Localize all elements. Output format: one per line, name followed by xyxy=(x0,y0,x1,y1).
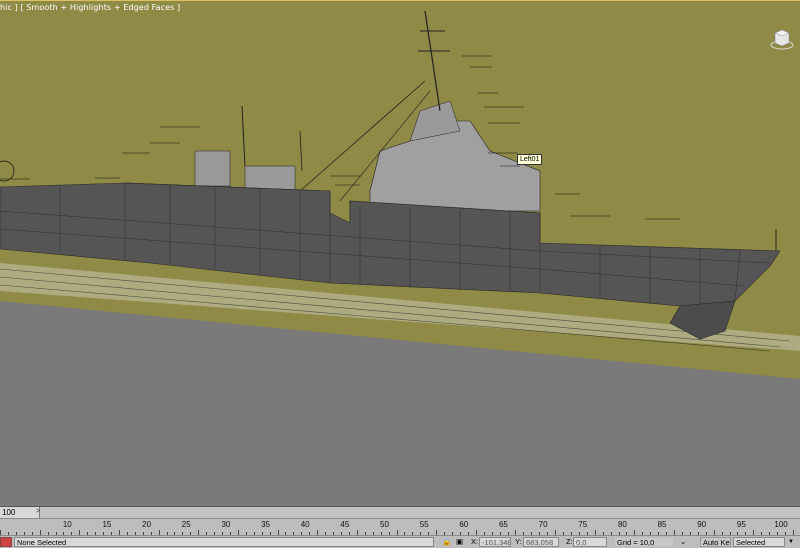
ruler-label: 100 xyxy=(774,520,788,529)
next-frame-button[interactable]: > xyxy=(36,508,40,515)
y-coordinate-field[interactable]: 683,058 xyxy=(523,537,559,547)
ruler-label: 55 xyxy=(419,520,429,529)
ruler-label: 90 xyxy=(697,520,707,529)
ruler-label: 50 xyxy=(380,520,389,529)
track-bar[interactable]: 10 15 20 25 30 35 40 45 50 55 60 65 70 75 80 85 90 95 100 xyxy=(0,518,800,536)
scene-render xyxy=(0,1,800,379)
status-bar: None Selected 🔒 ▣ X: -101,348 Y: 683,058… xyxy=(0,535,800,548)
chevron-down-icon[interactable]: ▼ xyxy=(788,537,794,547)
maxscript-listener-button[interactable] xyxy=(0,537,12,547)
transform-mode-icon[interactable]: ▣ xyxy=(456,537,463,547)
viewport-label[interactable]: hic ] [ Smooth + Highlights + Edged Face… xyxy=(0,3,180,12)
ruler-label: 25 xyxy=(181,520,191,529)
auto-key-button[interactable]: Auto Key xyxy=(700,537,731,547)
ruler-label: 45 xyxy=(340,520,350,529)
ruler-label: 35 xyxy=(261,520,270,529)
selection-status: None Selected xyxy=(14,537,434,547)
z-coordinate-field[interactable]: 0,0 xyxy=(573,537,607,547)
key-filter-dropdown[interactable]: Selected xyxy=(733,537,785,547)
ruler-label: 40 xyxy=(300,520,310,529)
ruler-label: 65 xyxy=(498,520,508,529)
z-label: Z: xyxy=(566,537,573,546)
ruler-label: 75 xyxy=(578,520,588,529)
grid-size-readout: Grid = 10,0 xyxy=(614,537,674,547)
ruler-label: 20 xyxy=(142,520,152,529)
object-tooltip: Left01 xyxy=(517,154,543,165)
x-label: X: xyxy=(471,537,479,546)
ruler-label: 15 xyxy=(102,520,112,529)
viewcube-icon[interactable] xyxy=(770,23,794,51)
x-coordinate-field[interactable]: -101,348 xyxy=(479,537,511,547)
lock-icon[interactable]: 🔒 xyxy=(442,537,451,547)
ruler-label: 60 xyxy=(459,520,469,529)
ruler-label: 70 xyxy=(538,520,548,529)
ruler-label: 80 xyxy=(617,520,627,529)
y-label: Y: xyxy=(515,537,522,546)
key-icon[interactable]: ⌄ xyxy=(680,537,686,547)
ruler-label: 95 xyxy=(736,520,746,529)
ruler-label: 30 xyxy=(221,520,231,529)
perspective-viewport[interactable]: hic ] [ Smooth + Highlights + Edged Face… xyxy=(0,0,800,507)
ruler-label: 10 xyxy=(62,520,72,529)
ruler-label: 85 xyxy=(657,520,667,529)
